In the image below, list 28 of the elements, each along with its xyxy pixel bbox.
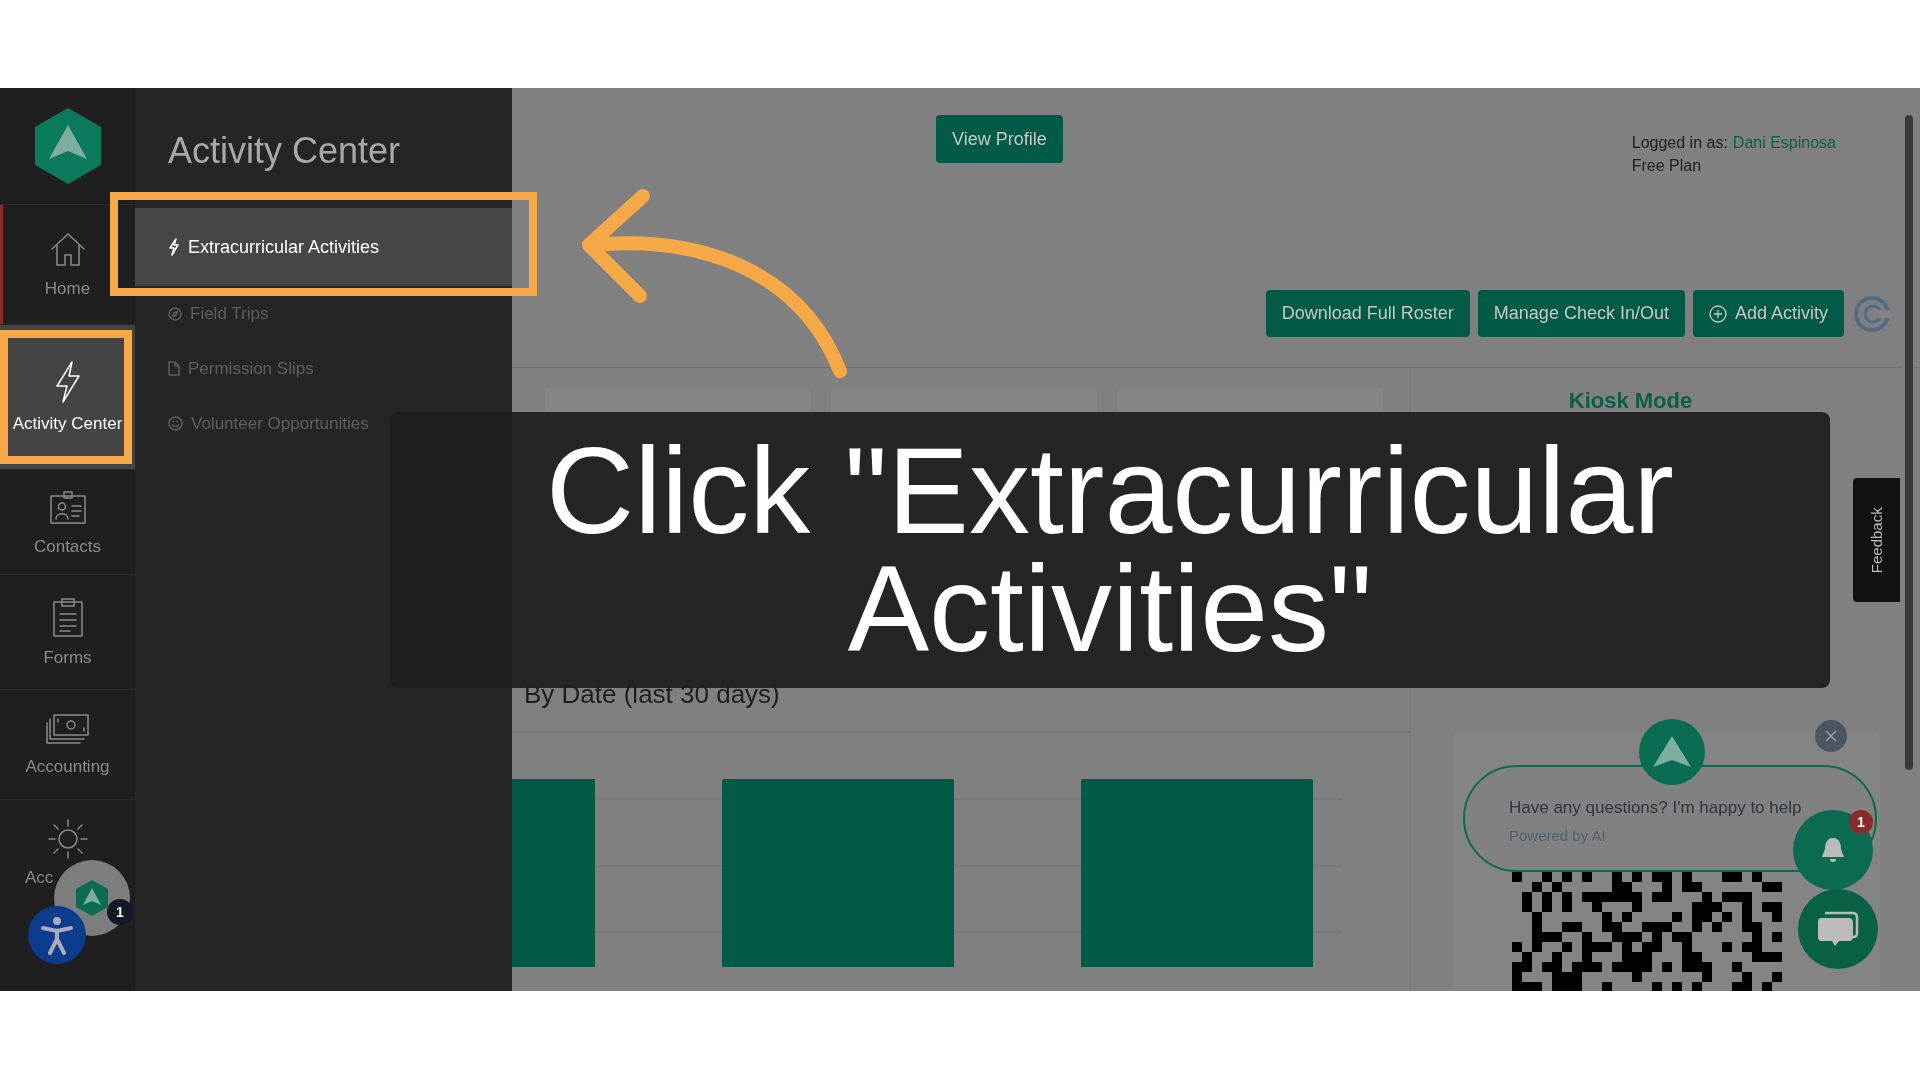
smiley-icon [168,416,183,431]
view-profile-button[interactable]: View Profile [936,115,1063,163]
bell-icon [1820,836,1846,864]
refresh-logo-icon [1852,293,1892,334]
action-button[interactable]: Download Full Roster [1265,290,1470,337]
caption-text: Click "Extracurricular Activities" [545,432,1675,668]
logged-in-label: Logged in as: [1631,133,1728,153]
logo-icon [1652,735,1692,769]
plus-circle-icon [1708,304,1727,323]
close-icon [1825,730,1837,742]
logo-icon [75,879,109,917]
compass-icon [168,306,182,321]
chart-title: By Date (last 30 days) [524,679,780,709]
feedback-tab[interactable]: Feedback [1853,478,1900,602]
logo-icon [32,107,103,185]
menu-item[interactable]: Extracurricular Activities [135,208,512,286]
action-button[interactable]: Manage Check In/Out [1477,290,1685,337]
file-icon [168,361,180,376]
kiosk-title: Kiosk Mode [1568,387,1693,415]
chat-message: Have any questions? I'm happy to help [1509,797,1803,819]
lightning-bolt-icon [168,238,180,256]
cash-stack-icon [45,711,90,747]
gear-icon [47,818,89,860]
action-button[interactable]: Add Activity [1692,290,1844,337]
plan-label: Free Plan [1631,156,1703,176]
panel-title: Activity Center [167,129,402,173]
sidebar-label[interactable]: Acc [25,866,54,889]
accessibility-icon [40,915,74,955]
